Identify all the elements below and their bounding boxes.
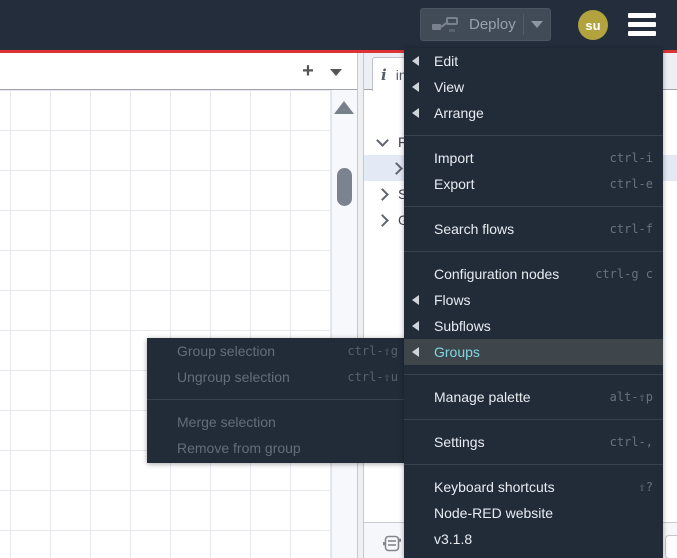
shortcut-label: ctrl-g c: [595, 267, 653, 281]
submenu-caret-icon: [412, 108, 419, 118]
shortcut-label: ctrl-i: [609, 151, 653, 165]
chevron-right-icon: [376, 187, 389, 201]
menu-item-label: Export: [434, 176, 475, 192]
menu-item-flows[interactable]: Flows: [404, 287, 663, 313]
shortcut-label: ctrl-,: [609, 435, 653, 449]
node-icon: [382, 535, 402, 558]
info-icon: i: [381, 65, 387, 84]
submenu-item-remove-from-group: Remove from group: [147, 435, 408, 461]
submenu-caret-icon: [412, 347, 419, 357]
submenu-item-label: Merge selection: [177, 414, 276, 430]
menu-item-keyboard-shortcuts[interactable]: Keyboard shortcuts ⇧?: [404, 474, 663, 500]
menu-item-label: Manage palette: [434, 389, 531, 405]
menu-item-label: Import: [434, 150, 474, 166]
main-menu-button[interactable]: [628, 13, 656, 40]
header: Deploy su: [0, 0, 677, 50]
menu-item-search-flows[interactable]: Search flows ctrl-f: [404, 216, 663, 242]
deploy-button[interactable]: Deploy: [420, 8, 551, 41]
submenu-item-merge-selection: Merge selection: [147, 409, 408, 435]
deploy-options-button[interactable]: [524, 21, 550, 28]
menu-item-edit[interactable]: Edit: [404, 48, 663, 74]
submenu-separator: [147, 399, 408, 400]
menu-separator: [404, 419, 663, 420]
menu-item-node-red-website[interactable]: Node-RED website: [404, 500, 663, 526]
shortcut-label: ctrl-⇧g: [347, 344, 398, 358]
flow-canvas[interactable]: [0, 90, 331, 558]
menu-item-label: Keyboard shortcuts: [434, 479, 555, 495]
menu-item-configuration-nodes[interactable]: Configuration nodes ctrl-g c: [404, 261, 663, 287]
menu-separator: [404, 464, 663, 465]
node-red-editor: Deploy su + i in FloSuGlo: [0, 0, 677, 558]
menu-item-manage-palette[interactable]: Manage palette alt-⇧p: [404, 384, 663, 410]
menu-item-label: Subflows: [434, 318, 491, 334]
menu-item-label: Node-RED website: [434, 505, 554, 521]
submenu-caret-icon: [412, 56, 419, 66]
shortcut-label: ctrl-e: [609, 177, 653, 191]
canvas-scrollbar-track: [331, 90, 357, 558]
sidebar-footer-button[interactable]: [665, 535, 677, 558]
flow-list-button[interactable]: [330, 69, 342, 76]
menu-item-arrange[interactable]: Arrange: [404, 100, 663, 126]
submenu-item-group-selection: Group selection ctrl-⇧g: [147, 338, 408, 364]
shortcut-label: ctrl-⇧u: [347, 370, 398, 384]
avatar[interactable]: su: [578, 10, 608, 40]
deploy-icon: [431, 16, 459, 34]
menu-item-label: v3.1.8: [434, 531, 473, 547]
submenu-item-label: Ungroup selection: [177, 369, 290, 385]
submenu-item-ungroup-selection: Ungroup selection ctrl-⇧u: [147, 364, 408, 390]
menu-item-groups[interactable]: Groups: [404, 339, 663, 365]
menu-separator: [404, 206, 663, 207]
menu-item-label: Arrange: [434, 105, 484, 121]
menu-item-v3-1-8[interactable]: v3.1.8: [404, 526, 663, 552]
main-menu: Edit View Arrange Import ctrl-i Export ctrl-e S…: [404, 48, 663, 558]
submenu-caret-icon: [412, 82, 419, 92]
submenu-item-label: Remove from group: [177, 440, 301, 456]
menu-item-label: Edit: [434, 53, 459, 69]
shortcut-label: ctrl-f: [609, 222, 653, 236]
menu-item-label: Flows: [434, 292, 471, 308]
menu-item-label: Settings: [434, 434, 485, 450]
chevron-down-icon: [330, 69, 342, 76]
submenu-item-label: Group selection: [177, 343, 276, 359]
scroll-up-icon[interactable]: [334, 101, 354, 114]
menu-item-label: Groups: [434, 344, 480, 360]
chevron-down-icon: [531, 21, 543, 28]
menu-separator: [404, 135, 663, 136]
menu-separator: [404, 374, 663, 375]
menu-item-label: Search flows: [434, 221, 515, 237]
groups-submenu: Group selection ctrl-⇧g Ungroup selection c…: [147, 338, 408, 463]
shortcut-label: ⇧?: [638, 480, 653, 494]
menu-item-label: Configuration nodes: [434, 266, 560, 282]
chevron-down-icon: [376, 133, 389, 147]
menu-item-import[interactable]: Import ctrl-i: [404, 145, 663, 171]
menu-item-subflows[interactable]: Subflows: [404, 313, 663, 339]
deploy-button-label: Deploy: [469, 16, 516, 33]
menu-item-label: View: [434, 79, 465, 95]
shortcut-label: alt-⇧p: [609, 390, 653, 404]
submenu-caret-icon: [412, 321, 419, 331]
menu-item-view[interactable]: View: [404, 74, 663, 100]
canvas-scrollbar-thumb[interactable]: [337, 168, 352, 206]
hamburger-icon: [628, 13, 656, 18]
chevron-right-icon: [390, 161, 403, 175]
add-flow-button[interactable]: +: [296, 59, 320, 83]
sidebar-splitter[interactable]: [357, 53, 364, 558]
submenu-caret-icon: [412, 295, 419, 305]
menu-separator: [404, 251, 663, 252]
chevron-right-icon: [376, 213, 389, 227]
menu-item-export[interactable]: Export ctrl-e: [404, 171, 663, 197]
menu-item-settings[interactable]: Settings ctrl-,: [404, 429, 663, 455]
